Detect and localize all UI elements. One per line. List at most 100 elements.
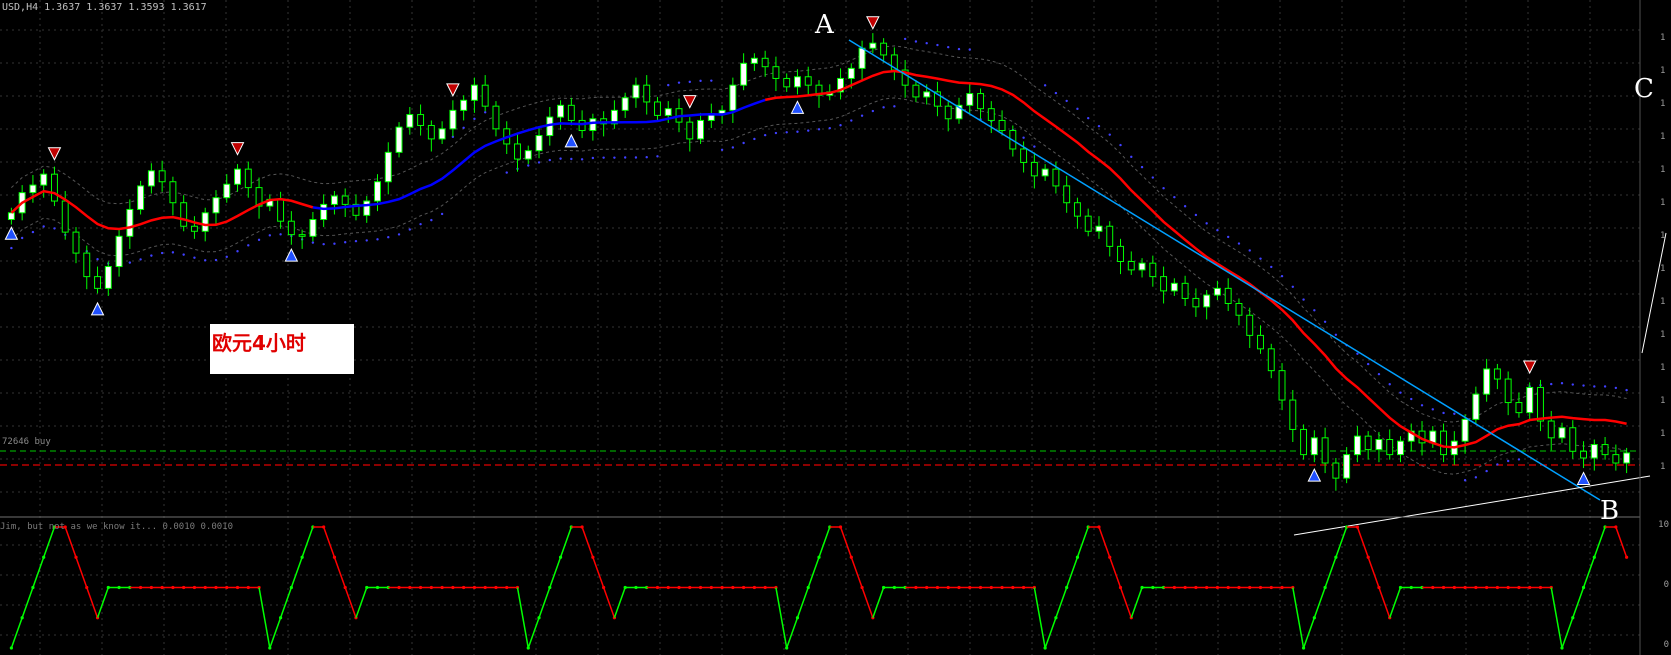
bull-candle-body [201,212,209,232]
bull-candle-body [1375,439,1383,451]
price-axis-tick: 1 [1660,297,1665,307]
bull-candle-body [395,126,403,153]
psar-dot [1226,235,1230,239]
bull-candle-body [147,170,155,187]
candle [1257,325,1264,354]
psar-dot [1593,385,1596,388]
bear-candle-body [287,220,295,236]
candle [621,92,629,118]
candle [1063,175,1071,213]
bear-candle-body [772,66,780,79]
psar-dot [1625,388,1628,392]
psar-dot [1323,320,1327,323]
bull-candle-body [557,104,565,118]
bull-candle-body [1353,435,1361,456]
bull-candle-body [1310,437,1318,456]
psar-dot [1173,195,1176,199]
candle [147,163,155,194]
candle [750,53,758,71]
bear-candle-body [1504,378,1512,404]
osc-segment-up [290,556,303,588]
osc-segment-down [344,587,357,619]
bull-candle-body [621,97,629,111]
osc-segment-down [75,556,88,588]
candle [707,103,715,128]
envelope-bands [11,45,1627,475]
bear-candle-body [567,104,575,121]
psar-dot [548,158,551,162]
osc-segment-up [1561,617,1574,649]
osc-segment-up [818,526,831,558]
candle [1041,164,1049,181]
psar-dot [182,253,185,256]
bull-candle-body [40,173,48,186]
bull-candle-body [115,235,123,268]
bear-candle-body [1386,439,1394,456]
psar-dot [1291,285,1295,289]
bear-candle-body [1127,261,1135,271]
psar-dot [1270,265,1273,269]
candle [83,245,91,290]
osc-segment-up [32,556,45,588]
osc-segment-up [21,587,34,619]
point-c-label: C [1634,74,1654,104]
bull-candle-body [1472,393,1480,420]
osc-segment-up [775,587,788,649]
psar-dot [623,156,627,159]
psar-dot [462,126,465,129]
bear-candle-body [1267,348,1275,372]
psar-dot [763,133,767,137]
osc-axis-bot: 0 [1663,640,1669,650]
bull-candle-body [750,57,758,64]
psar-dot [1506,459,1510,463]
candle [1117,238,1124,275]
bull-candle-body [1095,225,1103,232]
candle [1493,363,1501,390]
osc-segment-up [1313,587,1326,619]
bear-candle-body [1332,462,1340,479]
psar-dot [376,238,379,241]
trendline-a-b [848,39,1601,501]
bull-candle-body [1138,262,1146,271]
psar-dot [1614,386,1618,390]
price-axis-tick: 1 [1660,66,1665,76]
psar-dot [1474,476,1478,479]
bear-candle-body [880,42,888,56]
osc-segment-up [1389,587,1402,619]
bear-candle-body [578,119,586,132]
candle [794,69,801,95]
bull-candle-body [1461,418,1469,442]
candle [417,104,425,136]
bull-candle-body [729,84,737,111]
bear-candle-body [987,108,995,121]
candle [470,77,478,113]
candle [1321,427,1329,474]
candle [492,101,500,137]
bear-candle-body [1020,148,1028,163]
bear-candle-body [94,276,101,289]
candle [94,266,101,294]
osc-segment-up [1292,587,1305,649]
candle [427,120,435,152]
psar-dot [387,236,390,239]
psar-dot [1388,383,1391,386]
candle [1095,216,1103,239]
bull-candle-body [330,195,338,205]
bull-candle-body [858,47,866,69]
candle [740,53,748,91]
price-axis-tick: 1 [1660,231,1665,241]
psar-dot [257,238,261,242]
psar-dot [1485,469,1488,473]
bull-candle-body [104,266,112,289]
psar-dot [1259,257,1262,260]
osc-segment-up [301,526,314,558]
candle [729,77,737,123]
candle [880,38,888,63]
osc-segment-up [613,587,626,619]
candle [1246,307,1254,348]
candle [126,199,134,249]
osc-segment-up [796,587,809,619]
candle [104,261,112,296]
candle [1192,288,1200,317]
bull-candle-body [212,197,220,214]
